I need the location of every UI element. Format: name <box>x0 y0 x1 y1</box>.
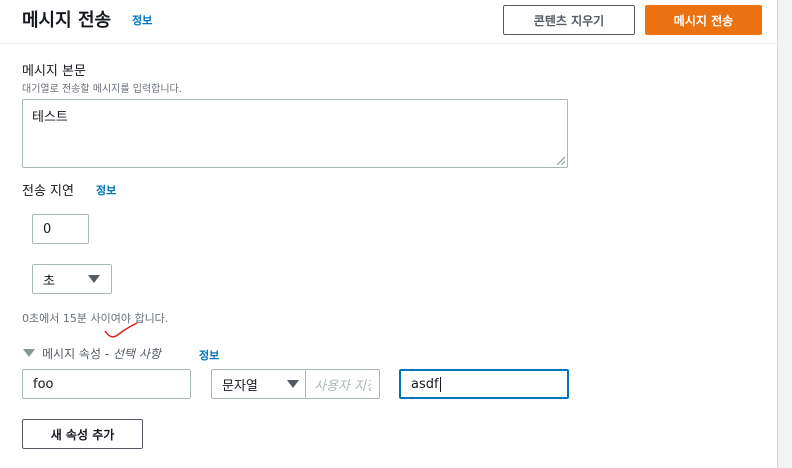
delay-value-input[interactable]: 0 <box>32 214 89 244</box>
attribute-type-select[interactable]: 문자열 <box>211 369 306 399</box>
attributes-title: 메시지 속성 - <box>42 347 110 361</box>
title-info-link[interactable]: 정보 <box>132 12 152 28</box>
page-title: 메시지 전송 <box>22 10 112 31</box>
text-cursor <box>439 376 441 392</box>
custom-type-input[interactable]: 사용자 지정 <box>305 369 380 399</box>
message-body-label: 메시지 본문 <box>22 64 86 79</box>
send-message-button[interactable]: 메시지 전송 <box>645 5 762 35</box>
message-body-description: 대기열로 전송할 메시지를 입력합니다. <box>22 84 182 95</box>
clear-content-button[interactable]: 콘텐츠 지우기 <box>503 5 635 35</box>
add-attribute-button[interactable]: 새 속성 추가 <box>22 419 143 449</box>
message-attributes-label[interactable]: 메시지 속성 - 선택 사항 <box>42 345 161 362</box>
attribute-name-value: foo <box>33 376 54 392</box>
delay-value: 0 <box>43 221 52 237</box>
attributes-optional: 선택 사항 <box>113 347 161 361</box>
chevron-down-icon <box>88 275 100 283</box>
delay-unit-value: 초 <box>43 273 55 289</box>
attribute-value-input[interactable]: asdf <box>399 369 569 399</box>
chevron-down-icon <box>287 380 299 388</box>
custom-type-placeholder: 사용자 지정 <box>314 378 371 394</box>
delay-info-link[interactable]: 정보 <box>96 182 116 198</box>
attribute-value: asdf <box>411 376 439 392</box>
send-message-panel: 메시지 전송 정보 콘텐츠 지우기 메시지 전송 메시지 본문 대기열로 전송할… <box>0 0 778 468</box>
attribute-name-input[interactable]: foo <box>22 369 191 399</box>
red-annotation-mark <box>104 322 138 338</box>
attributes-info-link[interactable]: 정보 <box>199 347 219 363</box>
delay-unit-select[interactable]: 초 <box>32 264 112 294</box>
message-body-textarea[interactable]: 테스트 <box>22 99 568 168</box>
expand-caret-icon[interactable] <box>23 349 35 357</box>
resize-handle-icon[interactable] <box>557 157 565 165</box>
delivery-delay-label: 전송 지연 <box>22 184 74 199</box>
attribute-type-value: 문자열 <box>222 378 258 394</box>
message-body-value: 테스트 <box>32 110 68 125</box>
delay-constraint-text: 0초에서 15분 사이여야 합니다. <box>22 312 169 325</box>
panel-header: 메시지 전송 정보 콘텐츠 지우기 메시지 전송 <box>0 0 778 44</box>
